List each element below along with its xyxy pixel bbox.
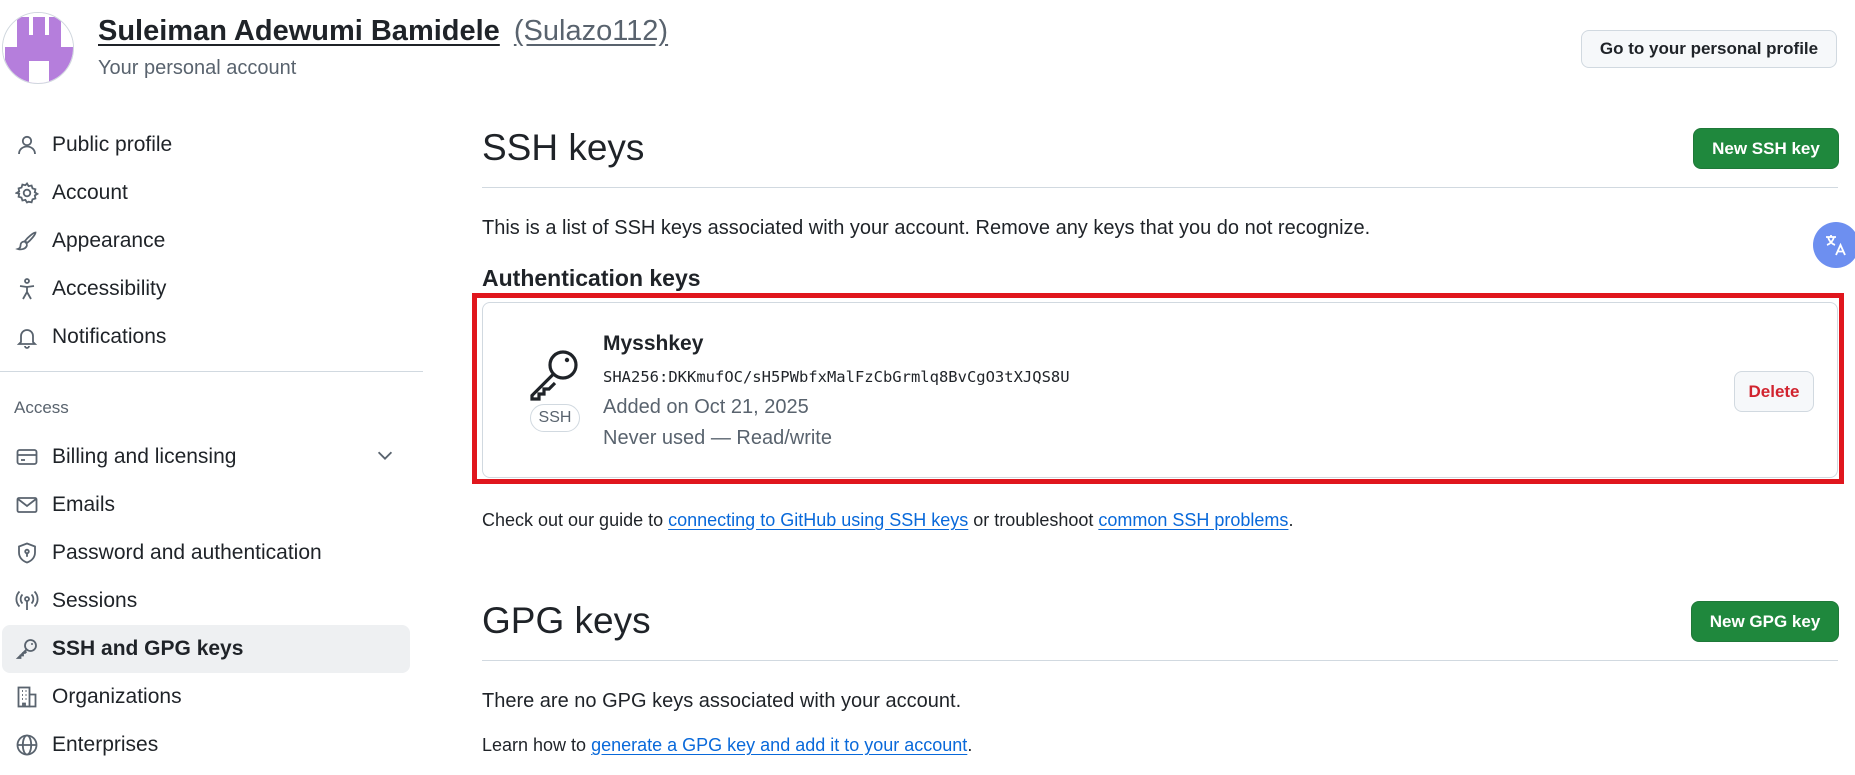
identicon-image xyxy=(3,13,73,83)
sidebar-divider xyxy=(0,371,423,372)
gpg-title-divider xyxy=(482,660,1838,661)
gear-icon xyxy=(14,180,40,206)
accessibility-icon xyxy=(14,276,40,302)
sidebar-item-label: Password and authentication xyxy=(52,541,322,564)
avatar[interactable] xyxy=(2,12,74,84)
key-icon xyxy=(14,636,40,662)
sidebar-item-label: Account xyxy=(52,181,128,204)
shield-lock-icon xyxy=(14,540,40,566)
sidebar-item-label: Notifications xyxy=(52,325,167,348)
broadcast-icon xyxy=(14,588,40,614)
sidebar-item-appearance[interactable]: Appearance xyxy=(2,217,410,265)
sidebar-item-notifications[interactable]: Notifications xyxy=(2,313,410,361)
username-link[interactable]: (Sulazo112) xyxy=(514,15,668,47)
sidebar-item-password[interactable]: Password and authentication xyxy=(2,529,410,577)
paintbrush-icon xyxy=(14,228,40,254)
credit-card-icon xyxy=(14,444,40,470)
guide-middle: or troubleshoot xyxy=(968,510,1099,530)
sidebar-item-emails[interactable]: Emails xyxy=(2,481,410,529)
sidebar-item-label: Public profile xyxy=(52,133,173,156)
sidebar-item-label: Emails xyxy=(52,493,116,516)
gpg-description: There are no GPG keys associated with yo… xyxy=(482,690,962,712)
new-ssh-key-button[interactable]: New SSH key xyxy=(1693,128,1839,169)
display-name-link[interactable]: Suleiman Adewumi Bamidele xyxy=(98,15,500,47)
gpg-learn-text: Learn how to generate a GPG key and add … xyxy=(482,735,972,756)
access-heading: Access xyxy=(14,398,69,417)
troubleshoot-link[interactable]: common SSH problems xyxy=(1098,510,1288,530)
bell-icon xyxy=(14,324,40,350)
sidebar-item-accessibility[interactable]: Accessibility xyxy=(2,265,410,313)
guide-suffix: . xyxy=(1288,510,1294,530)
sidebar-item-account[interactable]: Account xyxy=(2,169,410,217)
person-icon xyxy=(14,132,40,158)
ssh-guide-link[interactable]: connecting to GitHub using SSH keys xyxy=(668,510,968,530)
ssh-title-divider xyxy=(482,187,1838,188)
authentication-keys-heading: Authentication keys xyxy=(482,265,701,291)
sidebar-item-label: Billing and licensing xyxy=(52,445,237,468)
globe-icon xyxy=(14,732,40,758)
new-gpg-key-button[interactable]: New GPG key xyxy=(1691,601,1839,642)
sidebar-item-ssh-gpg-keys[interactable]: SSH and GPG keys xyxy=(2,625,410,673)
sidebar-item-label: SSH and GPG keys xyxy=(52,637,244,660)
translate-button[interactable] xyxy=(1813,222,1855,268)
gpg-learn-link[interactable]: generate a GPG key and add it to your ac… xyxy=(591,735,967,755)
chevron-down-icon[interactable] xyxy=(374,444,396,466)
organization-icon xyxy=(14,684,40,710)
sidebar-item-label: Sessions xyxy=(52,589,138,612)
sidebar-item-public-profile[interactable]: Public profile xyxy=(2,121,410,169)
ssh-description: This is a list of SSH keys associated wi… xyxy=(482,217,1371,239)
ssh-guide-text: Check out our guide to connecting to Git… xyxy=(482,510,1293,531)
go-to-profile-button[interactable]: Go to your personal profile xyxy=(1581,30,1837,68)
mail-icon xyxy=(14,492,40,518)
sidebar-item-enterprises[interactable]: Enterprises xyxy=(2,721,410,769)
sidebar-item-label: Organizations xyxy=(52,685,182,708)
sidebar-item-billing[interactable]: Billing and licensing xyxy=(2,433,410,481)
sidebar-item-label: Accessibility xyxy=(52,277,167,300)
sidebar-item-label: Enterprises xyxy=(52,733,159,756)
sidebar-item-sessions[interactable]: Sessions xyxy=(2,577,410,625)
guide-prefix: Check out our guide to xyxy=(482,510,669,530)
sidebar-item-label: Appearance xyxy=(52,229,166,252)
highlight-box xyxy=(472,293,1844,484)
ssh-keys-title: SSH keys xyxy=(482,127,645,168)
learn-suffix: . xyxy=(967,735,973,755)
account-title: Suleiman Adewumi Bamidele (Sulazo112) xyxy=(98,15,668,48)
account-subtitle: Your personal account xyxy=(98,57,297,79)
sidebar-item-organizations[interactable]: Organizations xyxy=(2,673,410,721)
learn-prefix: Learn how to xyxy=(482,735,592,755)
gpg-keys-title: GPG keys xyxy=(482,600,651,641)
translate-icon xyxy=(1826,235,1846,256)
